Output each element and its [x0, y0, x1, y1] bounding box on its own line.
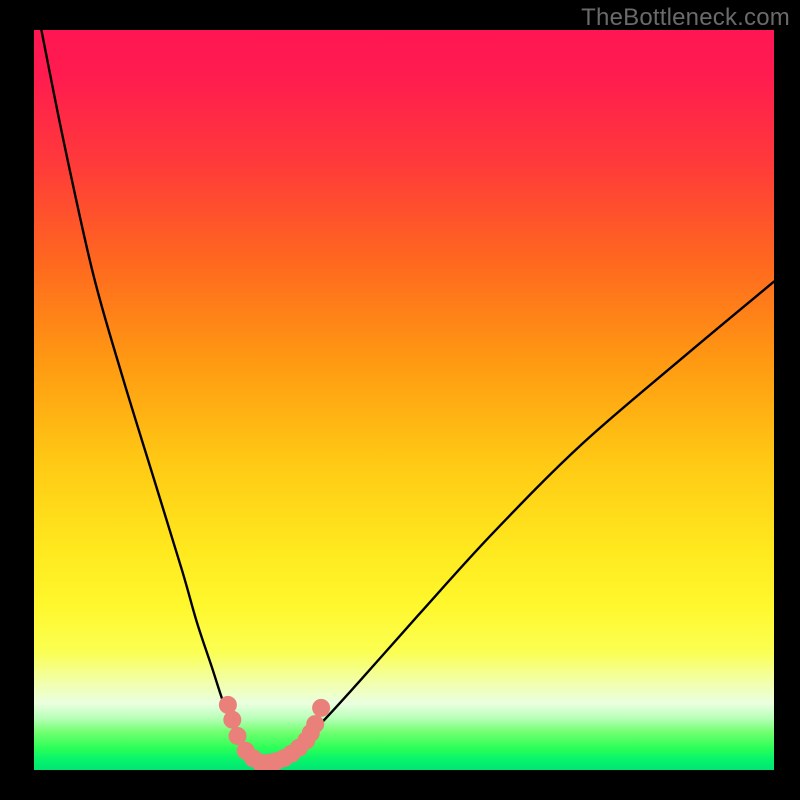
chart-frame: TheBottleneck.com: [0, 0, 800, 800]
marker-dot: [223, 711, 241, 729]
marker-dot: [312, 699, 330, 717]
marker-dot: [306, 715, 324, 733]
highlighted-points: [34, 30, 774, 770]
watermark-text: TheBottleneck.com: [581, 4, 790, 32]
plot-area: [34, 30, 774, 770]
